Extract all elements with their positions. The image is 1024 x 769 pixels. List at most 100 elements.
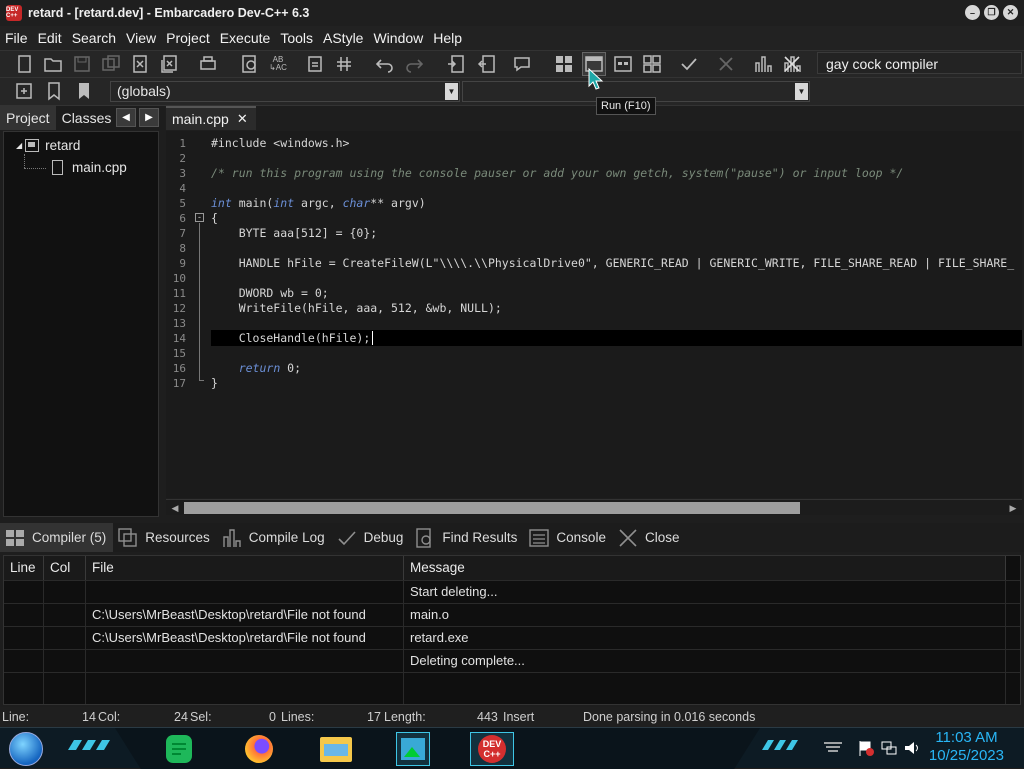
goto-bookmark-icon[interactable] (72, 79, 96, 103)
menu-search[interactable]: Search (67, 26, 121, 50)
compile-run-icon[interactable] (611, 52, 635, 76)
profile-icon[interactable] (751, 52, 775, 76)
column-header-message[interactable]: Message (404, 556, 1006, 580)
editor-tab-main-cpp[interactable]: main.cpp ✕ (166, 106, 256, 130)
table-cell (44, 580, 86, 603)
save-icon[interactable] (70, 52, 94, 76)
chevron-down-icon[interactable]: ▼ (445, 83, 458, 100)
chevron-down-icon[interactable]: ▼ (795, 83, 808, 100)
close-all-icon[interactable] (157, 52, 181, 76)
expand-arrow-icon[interactable]: ◢ (16, 141, 22, 150)
indent-icon[interactable] (444, 52, 468, 76)
menu-help[interactable]: Help (428, 26, 467, 50)
tab-resources[interactable]: Resources (113, 523, 217, 552)
column-header-file[interactable]: File (86, 556, 404, 580)
column-header-line[interactable]: Line (4, 556, 44, 580)
open-folder-icon[interactable] (41, 52, 65, 76)
line-number: 14 (172, 332, 186, 345)
tab-classes[interactable]: Classes (56, 106, 118, 130)
menu-edit[interactable]: Edit (33, 26, 67, 50)
compiler-messages-table[interactable]: Line Col File Message Start deleting... … (3, 555, 1021, 705)
tab-scroll-left-icon[interactable]: ◀ (116, 108, 136, 127)
column-header-col[interactable]: Col (44, 556, 86, 580)
goto-line-icon[interactable] (303, 52, 327, 76)
comment-icon[interactable] (510, 52, 534, 76)
line-number: 12 (172, 302, 186, 315)
menu-astyle[interactable]: AStyle (318, 26, 368, 50)
menu-view[interactable]: View (121, 26, 161, 50)
horizontal-scrollbar[interactable]: ◀ ▶ (166, 499, 1022, 515)
file-explorer-icon[interactable] (318, 732, 354, 766)
devcpp-app-icon: DEV C++ (6, 5, 22, 21)
tree-project-node[interactable]: ◢ retard (16, 138, 80, 153)
scroll-right-icon[interactable]: ▶ (1006, 501, 1020, 515)
line-number: 3 (179, 167, 186, 180)
scope-dropdown[interactable]: (globals) ▼ (110, 81, 460, 102)
tab-console[interactable]: Console (524, 523, 613, 552)
tab-close[interactable]: Close (613, 523, 687, 552)
status-sel-label: Sel: (190, 710, 212, 724)
tree-file-node[interactable]: main.cpp (52, 160, 127, 175)
menu-tools[interactable]: Tools (275, 26, 318, 50)
scroll-left-icon[interactable]: ◀ (168, 501, 182, 515)
close-window-button[interactable]: ✕ (1003, 5, 1018, 20)
insert-code-icon[interactable] (12, 79, 36, 103)
tab-compiler-label: Compiler (5) (32, 530, 107, 545)
minimize-button[interactable]: – (965, 5, 980, 20)
check-icon (336, 527, 358, 549)
code-editor[interactable]: 1 2 3 4 5 6 7 8 9 10 11 12 13 14 15 16 1… (166, 131, 1022, 498)
tab-project[interactable]: Project (0, 106, 56, 130)
volume-icon[interactable] (902, 738, 922, 758)
system-clock[interactable]: 11:03 AM 10/25/2023 (929, 729, 1004, 765)
bookmark-icon[interactable] (42, 79, 66, 103)
restore-button[interactable]: ❐ (984, 5, 999, 20)
rebuild-all-icon[interactable] (640, 52, 664, 76)
close-file-icon[interactable] (128, 52, 152, 76)
print-icon[interactable] (196, 52, 220, 76)
fold-marker-icon[interactable]: - (195, 213, 204, 222)
syntax-check-icon[interactable] (677, 52, 701, 76)
compiler-grid-icon (4, 527, 26, 549)
action-center-flag-icon[interactable] (856, 738, 876, 758)
status-col-label: Col: (98, 710, 121, 724)
tab-debug[interactable]: Debug (332, 523, 411, 552)
close-tab-icon[interactable]: ✕ (237, 111, 248, 127)
show-hidden-icons-icon[interactable] (822, 740, 844, 754)
tab-find-results[interactable]: Find Results (410, 523, 524, 552)
notepad-app-icon[interactable] (162, 732, 196, 766)
compiler-select[interactable]: gay cock compiler (817, 52, 1022, 74)
firefox-icon[interactable] (242, 732, 276, 766)
unindent-icon[interactable] (475, 52, 499, 76)
table-cell (86, 649, 404, 672)
menu-execute[interactable]: Execute (215, 26, 276, 50)
tab-compile-log[interactable]: Compile Log (217, 523, 332, 552)
toggle-bookmark-icon[interactable] (332, 52, 356, 76)
tab-compiler[interactable]: Compiler (5) (0, 523, 114, 552)
line-number: 15 (172, 347, 186, 360)
menu-window[interactable]: Window (368, 26, 428, 50)
save-all-icon[interactable] (99, 52, 123, 76)
replace-icon[interactable]: AB ↳AC (266, 52, 290, 76)
stop-execution-icon[interactable] (714, 52, 738, 76)
table-cell (44, 649, 86, 672)
start-orb-icon[interactable] (7, 731, 45, 767)
clock-date: 10/25/2023 (928, 747, 1004, 764)
tab-scroll-right-icon[interactable]: ▶ (139, 108, 159, 127)
new-file-icon[interactable] (12, 52, 36, 76)
network-icon[interactable] (879, 738, 899, 758)
compile-icon[interactable] (552, 52, 576, 76)
image-viewer-icon[interactable] (396, 732, 430, 766)
code-line: CloseHandle(hFile); (211, 331, 371, 345)
delete-profile-icon[interactable] (780, 52, 804, 76)
tab-console-label: Console (556, 530, 606, 545)
devcpp-taskbar-icon[interactable]: DEV C++ (470, 732, 514, 766)
redo-icon[interactable] (402, 52, 426, 76)
menu-project[interactable]: Project (161, 26, 215, 50)
undo-icon[interactable] (373, 52, 397, 76)
scrollbar-thumb[interactable] (184, 502, 800, 514)
find-icon[interactable] (238, 52, 262, 76)
line-number: 8 (179, 242, 186, 255)
window-title: retard - [retard.dev] - Embarcadero Dev-… (28, 6, 310, 20)
table-cell (44, 626, 86, 649)
menu-file[interactable]: File (0, 26, 33, 50)
